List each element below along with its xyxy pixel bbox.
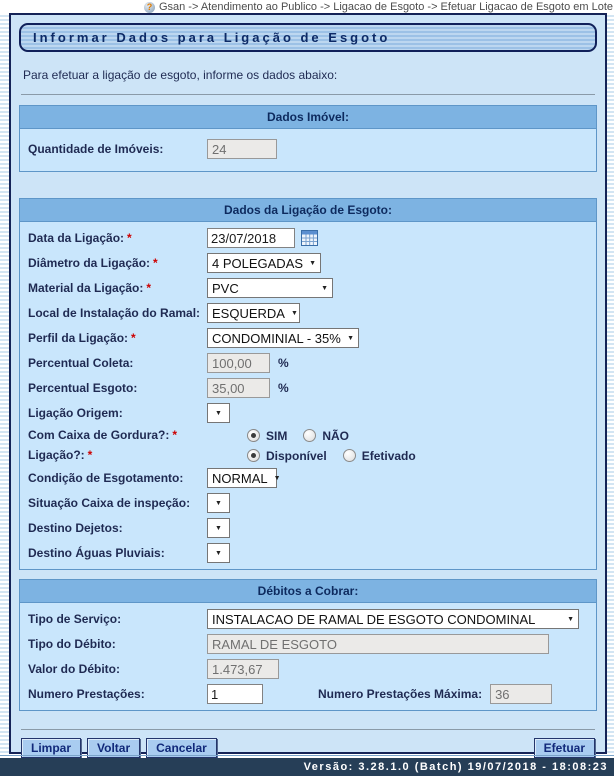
- calendar-icon[interactable]: [301, 230, 318, 246]
- form-panel: Informar Dados para Ligação de Esgoto Pa…: [9, 13, 607, 754]
- tipo-debito-field: RAMAL DE ESGOTO: [207, 634, 549, 654]
- divider: [21, 94, 595, 95]
- breadcrumb: ? Gsan -> Atendimento ao Publico -> Liga…: [0, 0, 614, 13]
- section-title-dados-imovel: Dados Imóvel:: [20, 106, 596, 129]
- data-ligacao-label: Data da Ligação:*: [24, 231, 207, 246]
- version-text: Versão: 3.28.1.0 (Batch) 19/07/2018 - 18…: [304, 761, 608, 773]
- section-debitos: Débitos a Cobrar: Tipo de Serviço: INSTA…: [19, 579, 597, 711]
- required-mark: *: [88, 448, 93, 462]
- condicao-esgotamento-select[interactable]: NORMAL: [207, 468, 277, 488]
- help-icon[interactable]: ?: [144, 2, 155, 13]
- destino-aguas-select[interactable]: [207, 543, 230, 563]
- page-title: Informar Dados para Ligação de Esgoto: [19, 23, 597, 52]
- destino-dejetos-select[interactable]: [207, 518, 230, 538]
- required-mark: *: [153, 256, 158, 270]
- num-prestacoes-input[interactable]: [207, 684, 263, 704]
- caixa-gordura-radio-group: SIM NÃO: [247, 429, 359, 443]
- percent-sign: %: [278, 381, 289, 395]
- radio-disponivel-label[interactable]: Disponível: [266, 449, 327, 463]
- required-mark: *: [172, 428, 177, 442]
- instruction-text: Para efetuar a ligação de esgoto, inform…: [23, 68, 595, 82]
- quantidade-imoveis-label: Quantidade de Imóveis:: [24, 142, 207, 157]
- radio-efetivado-label[interactable]: Efetivado: [362, 449, 416, 463]
- required-mark: *: [146, 281, 151, 295]
- valor-debito-field: 1.473,67: [207, 659, 279, 679]
- percent-sign: %: [278, 356, 289, 370]
- radio-nao[interactable]: [303, 429, 316, 442]
- version-bar: Versão: 3.28.1.0 (Batch) 19/07/2018 - 18…: [0, 758, 614, 776]
- required-mark: *: [131, 331, 136, 345]
- divider: [21, 729, 595, 730]
- diametro-select[interactable]: 4 POLEGADAS: [207, 253, 321, 273]
- material-select[interactable]: PVC: [207, 278, 333, 298]
- section-dados-imovel: Dados Imóvel: Quantidade de Imóveis: 24: [19, 105, 597, 172]
- radio-sim-label[interactable]: SIM: [266, 429, 287, 443]
- local-ramal-select[interactable]: ESQUERDA: [207, 303, 300, 323]
- caixa-gordura-label: Com Caixa de Gordura?:*: [24, 428, 207, 443]
- num-prestacoes-max-field: 36: [490, 684, 552, 704]
- radio-sim[interactable]: [247, 429, 260, 442]
- section-title-dados-ligacao: Dados da Ligação de Esgoto:: [20, 199, 596, 222]
- right-edge-decoration: [607, 13, 614, 754]
- tipo-servico-select[interactable]: INSTALACAO DE RAMAL DE ESGOTO CONDOMINAL: [207, 609, 579, 629]
- quantidade-imoveis-field: 24: [207, 139, 277, 159]
- percentual-coleta-field: 100,00: [207, 353, 270, 373]
- ligacao-status-radio-group: Disponível Efetivado: [247, 449, 426, 463]
- ligacao-origem-select[interactable]: [207, 403, 230, 423]
- perfil-select[interactable]: CONDOMINIAL - 35%: [207, 328, 359, 348]
- situacao-caixa-label: Situação Caixa de inspeção:: [24, 496, 207, 511]
- perfil-label: Perfil da Ligação:*: [24, 331, 207, 346]
- section-title-debitos: Débitos a Cobrar:: [20, 580, 596, 603]
- valor-debito-label: Valor do Débito:: [24, 662, 207, 677]
- situacao-caixa-select[interactable]: [207, 493, 230, 513]
- destino-dejetos-label: Destino Dejetos:: [24, 521, 207, 536]
- page-frame: Informar Dados para Ligação de Esgoto Pa…: [0, 13, 614, 754]
- condicao-esgotamento-label: Condição de Esgotamento:: [24, 471, 207, 486]
- tipo-debito-label: Tipo do Débito:: [24, 637, 207, 652]
- radio-efetivado[interactable]: [343, 449, 356, 462]
- data-ligacao-input[interactable]: [207, 228, 295, 248]
- material-label: Material da Ligação:*: [24, 281, 207, 296]
- radio-nao-label[interactable]: NÃO: [322, 429, 349, 443]
- required-mark: *: [127, 231, 132, 245]
- left-edge-decoration: [0, 13, 9, 754]
- num-prestacoes-label: Numero Prestações:: [24, 687, 207, 702]
- percentual-esgoto-label: Percentual Esgoto:: [24, 381, 207, 396]
- ligacao-origem-label: Ligação Origem:: [24, 406, 207, 421]
- footer-divider: [0, 755, 614, 756]
- tipo-servico-label: Tipo de Serviço:: [24, 612, 207, 627]
- percentual-esgoto-field: 35,00: [207, 378, 270, 398]
- ligacao-status-label: Ligação?:*: [24, 448, 207, 463]
- diametro-label: Diâmetro da Ligação:*: [24, 256, 207, 271]
- destino-aguas-label: Destino Águas Pluviais:: [24, 546, 207, 561]
- breadcrumb-text[interactable]: Gsan -> Atendimento ao Publico -> Ligaca…: [159, 1, 613, 13]
- section-dados-ligacao: Dados da Ligação de Esgoto: Data da Liga…: [19, 198, 597, 570]
- num-prestacoes-max-label: Numero Prestações Máxima:: [318, 687, 482, 701]
- percentual-coleta-label: Percentual Coleta:: [24, 356, 207, 371]
- local-ramal-label: Local de Instalação do Ramal:: [24, 306, 207, 321]
- radio-disponivel[interactable]: [247, 449, 260, 462]
